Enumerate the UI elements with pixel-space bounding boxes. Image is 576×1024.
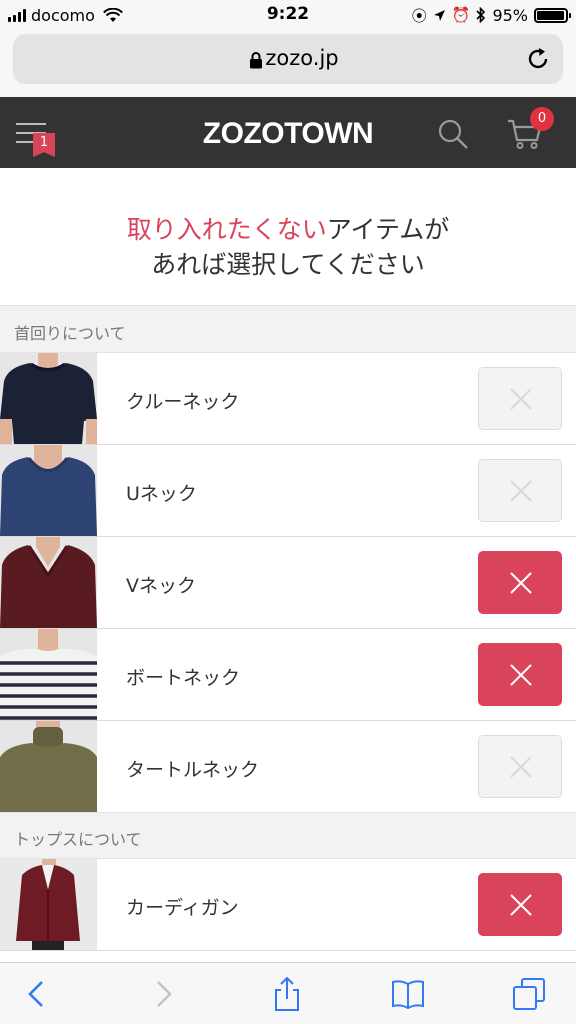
url-text: zozo.jp xyxy=(265,46,339,70)
bluetooth-icon xyxy=(476,7,486,23)
item-label: カーディガン xyxy=(126,897,239,919)
battery-icon xyxy=(534,7,571,23)
page-heading: 取り入れたくないアイテムが あれば選択してください xyxy=(0,168,576,305)
cart-count-badge: 0 xyxy=(530,107,554,131)
section-header-neckline: 首回りについて xyxy=(0,305,576,353)
product-thumbnail xyxy=(0,537,97,628)
heading-line2-text: あれば選択してください xyxy=(151,250,425,279)
section-title: トップスについて xyxy=(14,830,142,849)
close-icon xyxy=(510,480,532,502)
forward-icon[interactable] xyxy=(146,977,180,1011)
site-logo[interactable]: ZOZOTOWN xyxy=(0,117,576,151)
section-title: 首回りについて xyxy=(14,324,126,343)
browser-toolbar xyxy=(0,962,576,1024)
close-icon xyxy=(510,756,532,778)
list-item-cardigan: カーディガン xyxy=(0,859,576,951)
close-icon xyxy=(510,388,532,410)
exclude-toggle-button[interactable] xyxy=(478,367,562,430)
url-field[interactable]: zozo.jp xyxy=(13,34,563,84)
reload-icon[interactable] xyxy=(525,46,551,72)
close-icon xyxy=(510,664,532,686)
list-item-turtle-neck: タートルネック xyxy=(0,721,576,813)
close-icon xyxy=(510,572,532,594)
item-label: ボートネック xyxy=(126,667,241,689)
list-item-u-neck: Uネック xyxy=(0,445,576,537)
location-icon xyxy=(433,9,445,21)
product-thumbnail xyxy=(0,445,97,536)
product-thumbnail xyxy=(0,721,97,812)
alarm-icon: ⏰ xyxy=(451,6,471,24)
exclude-toggle-button[interactable] xyxy=(478,459,562,522)
exclude-toggle-button[interactable] xyxy=(478,735,562,798)
exclude-toggle-button[interactable] xyxy=(478,551,562,614)
search-icon[interactable] xyxy=(437,118,469,150)
tabs-icon[interactable] xyxy=(512,977,546,1011)
battery-level xyxy=(537,10,564,20)
heading-line1-text: アイテムが xyxy=(326,215,450,244)
list-item-boat-neck: ボートネック xyxy=(0,629,576,721)
list-item-v-neck: Vネック xyxy=(0,537,576,629)
status-bar: docomo 9:22 ⦿ ⏰ 95% xyxy=(0,0,576,30)
exclude-toggle-button[interactable] xyxy=(478,643,562,706)
item-label: Uネック xyxy=(126,483,197,505)
close-icon xyxy=(510,894,532,916)
exclude-toggle-button[interactable] xyxy=(478,873,562,936)
site-header: ZOZOTOWN xyxy=(0,97,576,168)
product-thumbnail xyxy=(0,629,97,720)
list-item-crew-neck: クルーネック xyxy=(0,353,576,445)
browser-address-bar: zozo.jp xyxy=(0,30,576,97)
item-label: タートルネック xyxy=(126,759,260,781)
rotation-lock-icon: ⦿ xyxy=(411,6,427,25)
product-thumbnail xyxy=(0,859,97,950)
share-icon[interactable] xyxy=(270,977,304,1011)
battery-percentage: 95% xyxy=(492,5,528,25)
item-label: クルーネック xyxy=(126,391,240,413)
back-icon[interactable] xyxy=(20,977,54,1011)
bookmarks-icon[interactable] xyxy=(391,977,425,1011)
heading-highlight: 取り入れたくない xyxy=(126,215,327,244)
product-thumbnail xyxy=(0,353,97,444)
section-header-tops: トップスについて xyxy=(0,812,576,859)
item-label: Vネック xyxy=(126,575,196,597)
